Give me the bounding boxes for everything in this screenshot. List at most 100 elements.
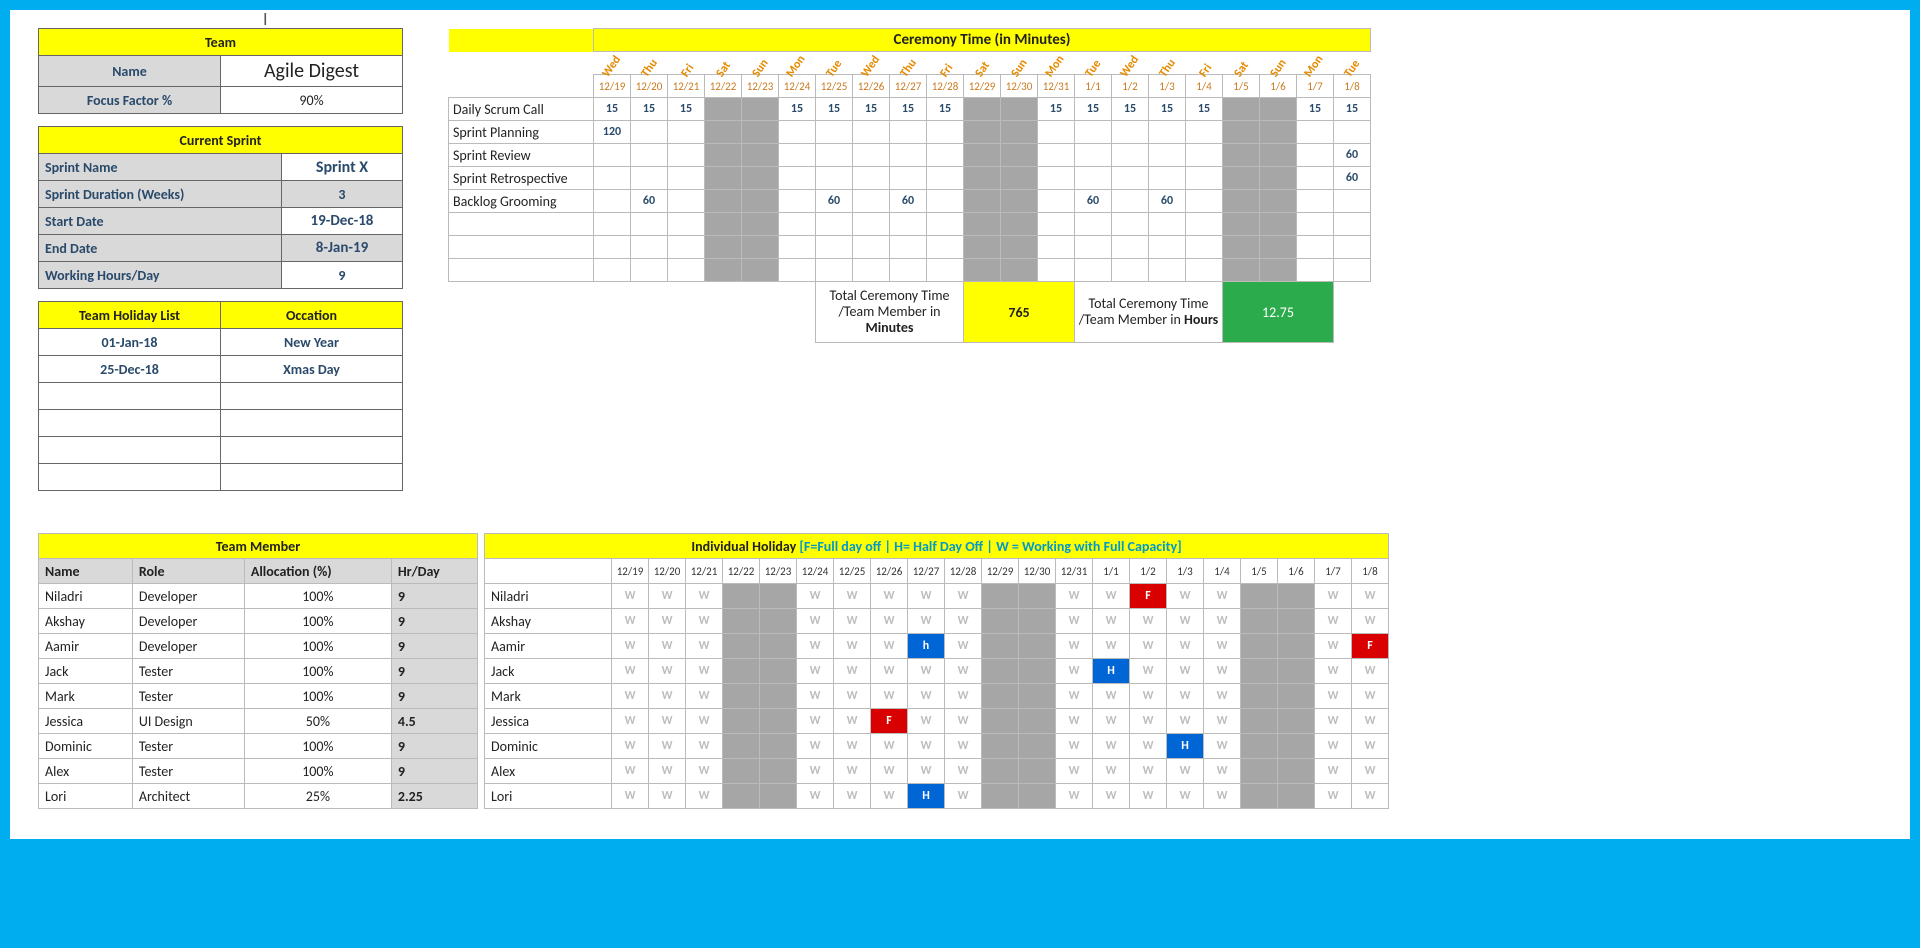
ceremony-cell[interactable]: [631, 213, 668, 236]
ind-holiday-cell[interactable]: W: [1130, 659, 1167, 684]
ind-holiday-cell[interactable]: W: [871, 609, 908, 634]
ceremony-cell[interactable]: [853, 121, 890, 144]
ind-holiday-cell[interactable]: W: [945, 684, 982, 709]
team-name-value[interactable]: Agile Digest: [221, 56, 403, 87]
ceremony-cell[interactable]: [927, 144, 964, 167]
member-name[interactable]: Lori: [39, 784, 133, 809]
member-alloc[interactable]: 50%: [244, 709, 391, 734]
ind-holiday-cell[interactable]: [1241, 634, 1278, 659]
ind-holiday-cell[interactable]: W: [1167, 709, 1204, 734]
holiday-date[interactable]: [39, 437, 221, 464]
ceremony-cell[interactable]: [853, 167, 890, 190]
ind-holiday-cell[interactable]: W: [945, 759, 982, 784]
ceremony-cell[interactable]: [927, 236, 964, 259]
ceremony-cell[interactable]: [779, 144, 816, 167]
ceremony-cell[interactable]: [1149, 144, 1186, 167]
ind-holiday-cell[interactable]: W: [649, 734, 686, 759]
ind-holiday-cell[interactable]: [1019, 584, 1056, 609]
holiday-date[interactable]: 25-Dec-18: [39, 356, 221, 383]
ceremony-cell[interactable]: [1223, 213, 1260, 236]
ceremony-cell[interactable]: [964, 236, 1001, 259]
ind-holiday-cell[interactable]: [760, 609, 797, 634]
ceremony-cell[interactable]: [594, 259, 631, 282]
sprint-name-value[interactable]: Sprint X: [281, 154, 402, 181]
ind-holiday-cell[interactable]: W: [797, 584, 834, 609]
ind-holiday-cell[interactable]: W: [945, 634, 982, 659]
ceremony-cell[interactable]: [1260, 121, 1297, 144]
ceremony-cell[interactable]: [1038, 259, 1075, 282]
member-alloc[interactable]: 100%: [244, 609, 391, 634]
ceremony-cell[interactable]: [779, 213, 816, 236]
ceremony-cell[interactable]: [890, 236, 927, 259]
ind-holiday-cell[interactable]: [1019, 684, 1056, 709]
ind-holiday-cell[interactable]: W: [1167, 784, 1204, 809]
ind-holiday-cell[interactable]: [1019, 709, 1056, 734]
ceremony-cell[interactable]: [1001, 213, 1038, 236]
ind-holiday-cell[interactable]: W: [1167, 659, 1204, 684]
ind-holiday-cell[interactable]: W: [1093, 734, 1130, 759]
ind-holiday-cell[interactable]: W: [871, 659, 908, 684]
ind-holiday-cell[interactable]: [982, 759, 1019, 784]
ceremony-cell[interactable]: [1186, 144, 1223, 167]
ind-holiday-cell[interactable]: W: [1204, 709, 1241, 734]
ind-holiday-cell[interactable]: W: [1093, 784, 1130, 809]
ind-holiday-cell[interactable]: [723, 609, 760, 634]
ceremony-cell[interactable]: 60: [816, 190, 853, 213]
ceremony-cell[interactable]: [668, 259, 705, 282]
ind-holiday-cell[interactable]: [760, 684, 797, 709]
ceremony-cell[interactable]: [668, 213, 705, 236]
ceremony-cell[interactable]: [964, 98, 1001, 121]
member-alloc[interactable]: 100%: [244, 659, 391, 684]
ceremony-cell[interactable]: [927, 259, 964, 282]
ceremony-cell[interactable]: [1223, 236, 1260, 259]
ind-holiday-cell[interactable]: W: [1315, 709, 1352, 734]
ind-holiday-cell[interactable]: [1019, 609, 1056, 634]
ind-holiday-cell[interactable]: W: [649, 659, 686, 684]
ind-holiday-cell[interactable]: W: [1315, 584, 1352, 609]
ceremony-cell[interactable]: [816, 167, 853, 190]
ceremony-cell[interactable]: [853, 190, 890, 213]
ind-holiday-cell[interactable]: [723, 659, 760, 684]
ind-holiday-cell[interactable]: W: [1315, 734, 1352, 759]
ind-holiday-cell[interactable]: W: [1056, 709, 1093, 734]
sprint-duration-value[interactable]: 3: [281, 181, 402, 208]
ceremony-cell[interactable]: [964, 190, 1001, 213]
ind-holiday-cell[interactable]: W: [1352, 609, 1389, 634]
member-name[interactable]: Jessica: [39, 709, 133, 734]
ceremony-cell[interactable]: 60: [1334, 144, 1371, 167]
ind-holiday-cell[interactable]: W: [649, 584, 686, 609]
ind-holiday-cell[interactable]: W: [1056, 759, 1093, 784]
member-role[interactable]: Developer: [132, 634, 244, 659]
ind-holiday-cell[interactable]: W: [686, 609, 723, 634]
ceremony-cell[interactable]: [705, 190, 742, 213]
ind-holiday-cell[interactable]: [760, 584, 797, 609]
ceremony-cell[interactable]: [1075, 121, 1112, 144]
ceremony-cell[interactable]: [631, 259, 668, 282]
ind-holiday-cell[interactable]: F: [1352, 634, 1389, 659]
ceremony-cell[interactable]: [1260, 259, 1297, 282]
ceremony-cell[interactable]: 15: [779, 98, 816, 121]
ceremony-cell[interactable]: [1223, 167, 1260, 190]
ceremony-cell[interactable]: [1334, 259, 1371, 282]
ind-holiday-cell[interactable]: W: [871, 584, 908, 609]
ceremony-cell[interactable]: [890, 259, 927, 282]
ind-holiday-cell[interactable]: [760, 759, 797, 784]
ind-holiday-cell[interactable]: [1241, 609, 1278, 634]
ceremony-cell[interactable]: [779, 259, 816, 282]
ceremony-cell[interactable]: [1260, 213, 1297, 236]
ind-holiday-cell[interactable]: W: [945, 609, 982, 634]
ceremony-cell[interactable]: [816, 121, 853, 144]
ceremony-cell[interactable]: 120: [594, 121, 631, 144]
ind-holiday-cell[interactable]: W: [1130, 634, 1167, 659]
ind-holiday-cell[interactable]: W: [797, 759, 834, 784]
ceremony-cell[interactable]: [816, 213, 853, 236]
ind-holiday-cell[interactable]: W: [1130, 784, 1167, 809]
ind-holiday-cell[interactable]: W: [834, 584, 871, 609]
holiday-occasion[interactable]: [221, 410, 403, 437]
ind-holiday-cell[interactable]: W: [1352, 659, 1389, 684]
ind-holiday-cell[interactable]: [723, 709, 760, 734]
ind-holiday-cell[interactable]: [1241, 784, 1278, 809]
ceremony-cell[interactable]: [1149, 121, 1186, 144]
ceremony-cell[interactable]: [964, 213, 1001, 236]
ceremony-cell[interactable]: 15: [1297, 98, 1334, 121]
